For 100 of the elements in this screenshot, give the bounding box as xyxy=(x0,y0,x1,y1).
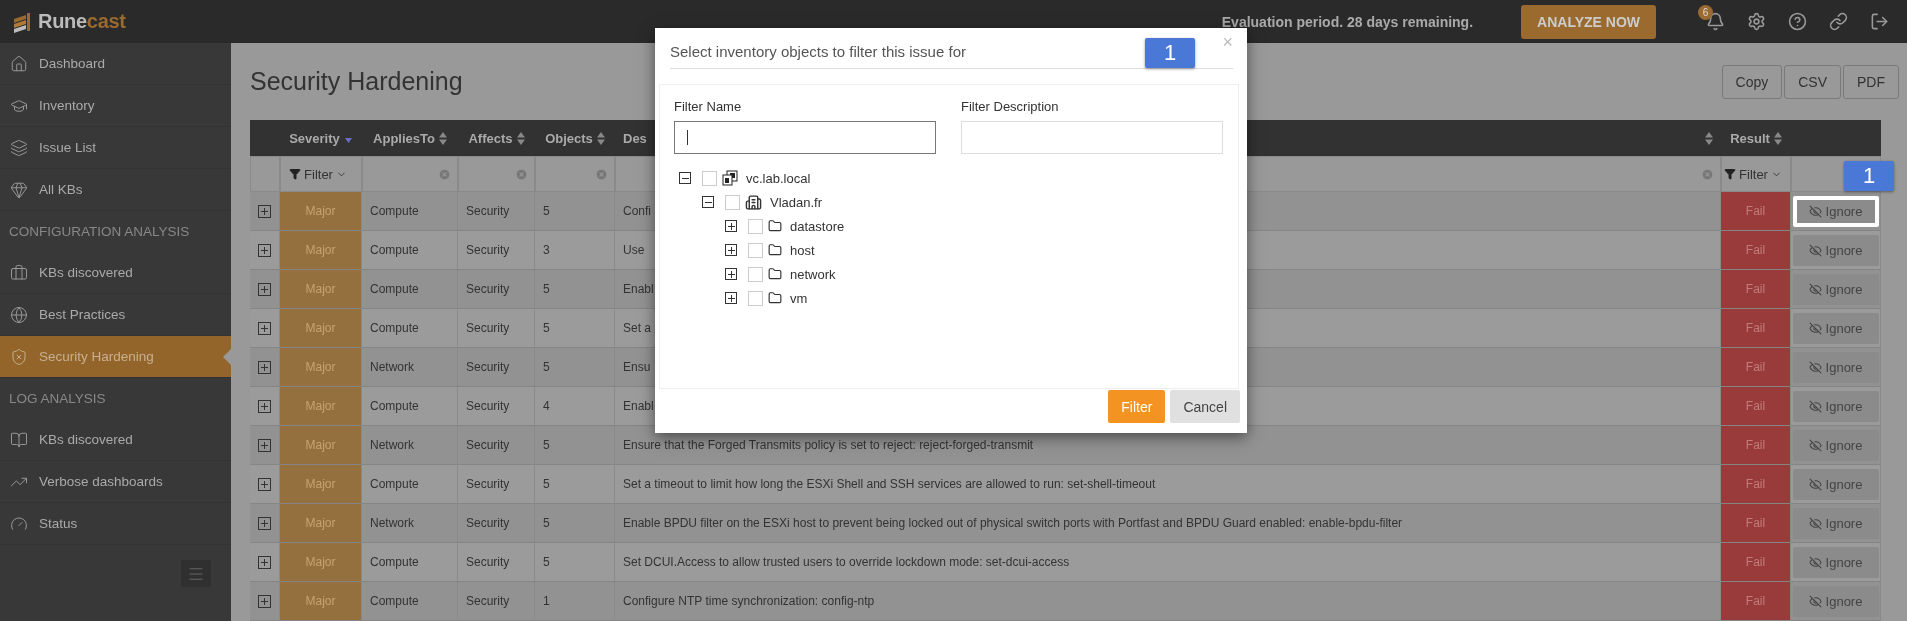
eye-off-icon xyxy=(1808,360,1822,374)
checkbox[interactable] xyxy=(748,266,763,282)
tree-toggle[interactable] xyxy=(702,196,714,208)
tree-toggle[interactable] xyxy=(725,220,737,232)
ignore-button[interactable]: Ignore xyxy=(1792,546,1879,578)
notification-badge: 6 xyxy=(1698,5,1713,20)
gauge-icon xyxy=(10,514,28,533)
sidebar-item[interactable]: Inventory xyxy=(0,85,231,127)
filter-name-field[interactable] xyxy=(674,121,936,154)
plus-icon xyxy=(726,221,736,231)
result-cell: Fail xyxy=(1721,348,1791,387)
expand-row-toggle[interactable] xyxy=(258,399,271,413)
export-button[interactable]: CSV xyxy=(1784,64,1841,99)
column-header[interactable]: Severity xyxy=(280,120,362,156)
ignore-button[interactable]: Ignore xyxy=(1792,195,1879,227)
sidebar-item-label: KBs discovered xyxy=(39,432,133,447)
dialog-title: Select inventory objects to filter this issue for xyxy=(670,42,966,60)
sidebar-item[interactable]: Status xyxy=(0,503,231,545)
ignore-button[interactable]: Ignore xyxy=(1792,585,1879,617)
book-icon xyxy=(10,430,28,449)
logout-icon[interactable] xyxy=(1870,12,1889,31)
checkbox[interactable] xyxy=(748,218,763,234)
ignore-button[interactable]: Ignore xyxy=(1792,351,1879,383)
table-cell: Security xyxy=(458,387,535,426)
eye-off-icon xyxy=(1808,321,1822,335)
ignore-button[interactable]: Ignore xyxy=(1792,390,1879,422)
tree-toggle[interactable] xyxy=(725,244,737,256)
expand-row-toggle[interactable] xyxy=(258,555,271,569)
result-cell: Fail xyxy=(1721,543,1791,582)
tree-node-label[interactable]: Vladan.fr xyxy=(770,194,823,210)
expand-row-toggle[interactable] xyxy=(258,321,271,335)
sidebar-item[interactable]: KBs discovered xyxy=(0,419,231,461)
home-icon xyxy=(10,54,28,73)
tree-node-label[interactable]: datastore xyxy=(790,218,845,234)
result-cell: Fail xyxy=(1721,192,1791,231)
expand-row-toggle[interactable] xyxy=(258,516,271,530)
expand-row-toggle[interactable] xyxy=(258,594,271,608)
settings-icon[interactable] xyxy=(1747,12,1766,31)
filter-dropdown[interactable]: Filter xyxy=(289,166,347,182)
filter-dropdown[interactable]: Filter xyxy=(1724,166,1782,182)
sidebar-item[interactable]: Verbose dashboards xyxy=(0,461,231,503)
table-cell: Security xyxy=(458,348,535,387)
result-cell: Fail xyxy=(1721,582,1791,621)
plus-icon xyxy=(260,440,269,450)
eye-off-icon xyxy=(1808,243,1822,257)
sidebar-item[interactable]: Issue List xyxy=(0,127,231,169)
sidebar-item-label: Verbose dashboards xyxy=(39,474,163,489)
checkbox[interactable] xyxy=(748,242,763,258)
sidebar-heading: CONFIGURATION ANALYSIS xyxy=(8,223,191,241)
ignore-button[interactable]: Ignore xyxy=(1792,312,1879,344)
tree-node-label[interactable]: vm xyxy=(790,290,808,306)
table-cell: Security xyxy=(458,543,535,582)
expand-row-toggle[interactable] xyxy=(258,438,271,452)
ignore-button[interactable]: Ignore xyxy=(1792,234,1879,266)
expand-row-toggle[interactable] xyxy=(258,243,271,257)
plus-icon xyxy=(726,245,736,255)
help-icon[interactable] xyxy=(1788,12,1807,31)
table-cell: 5 xyxy=(535,309,615,348)
table-cell: 5 xyxy=(535,192,615,231)
expand-row-toggle[interactable] xyxy=(258,204,271,218)
table-cell: 5 xyxy=(535,348,615,387)
bell-icon[interactable] xyxy=(1706,12,1725,31)
field-label: Filter Description xyxy=(961,99,1060,114)
plus-icon xyxy=(260,284,269,294)
selection-pointer xyxy=(223,348,232,366)
link-icon[interactable] xyxy=(1829,12,1848,31)
tree-node-label[interactable]: host xyxy=(790,242,815,258)
column-header[interactable]: Objects xyxy=(535,120,615,156)
ignore-button[interactable]: Ignore xyxy=(1792,468,1879,500)
filter-description-field[interactable] xyxy=(961,121,1223,154)
analyze-button[interactable]: ANALYZE NOW xyxy=(1521,4,1656,39)
checkbox[interactable] xyxy=(725,194,740,210)
tree-node-label[interactable]: vc.lab.local xyxy=(746,170,811,186)
sidebar-item-label: Inventory xyxy=(39,98,95,113)
table-cell: Set DCUI.Access to allow trusted users to override lockdown mode: set-dcui-access xyxy=(615,543,1721,582)
server-stack-icon xyxy=(722,170,738,186)
column-header[interactable]: Result xyxy=(1721,120,1791,156)
column-header[interactable]: AppliesTo xyxy=(362,120,458,156)
ignore-button[interactable]: Ignore xyxy=(1792,429,1879,461)
field-label: Filter Name xyxy=(674,99,743,114)
column-header[interactable]: Affects xyxy=(458,120,535,156)
checkbox[interactable] xyxy=(748,290,763,306)
ignore-button[interactable]: Ignore xyxy=(1792,507,1879,539)
sidebar-item[interactable]: KBs discovered xyxy=(0,252,231,294)
export-button[interactable]: PDF xyxy=(1843,64,1899,99)
tree-toggle[interactable] xyxy=(725,292,737,304)
annotation-badge: 1 xyxy=(1145,38,1195,68)
ignore-button[interactable]: Ignore xyxy=(1792,273,1879,305)
expand-row-toggle[interactable] xyxy=(258,360,271,374)
export-button[interactable]: Copy xyxy=(1721,64,1783,99)
tree-toggle[interactable] xyxy=(679,172,691,184)
expand-row-toggle[interactable] xyxy=(258,477,271,491)
table-cell: Security xyxy=(458,582,535,621)
expand-row-toggle[interactable] xyxy=(258,282,271,296)
sidebar-item[interactable]: All KBs xyxy=(0,169,231,211)
tree-toggle[interactable] xyxy=(725,268,737,280)
checkbox[interactable] xyxy=(702,170,717,186)
sidebar-item[interactable]: Dashboard xyxy=(0,43,231,85)
result-cell: Fail xyxy=(1721,231,1791,270)
cancel-button[interactable]: Cancel xyxy=(1170,390,1240,423)
